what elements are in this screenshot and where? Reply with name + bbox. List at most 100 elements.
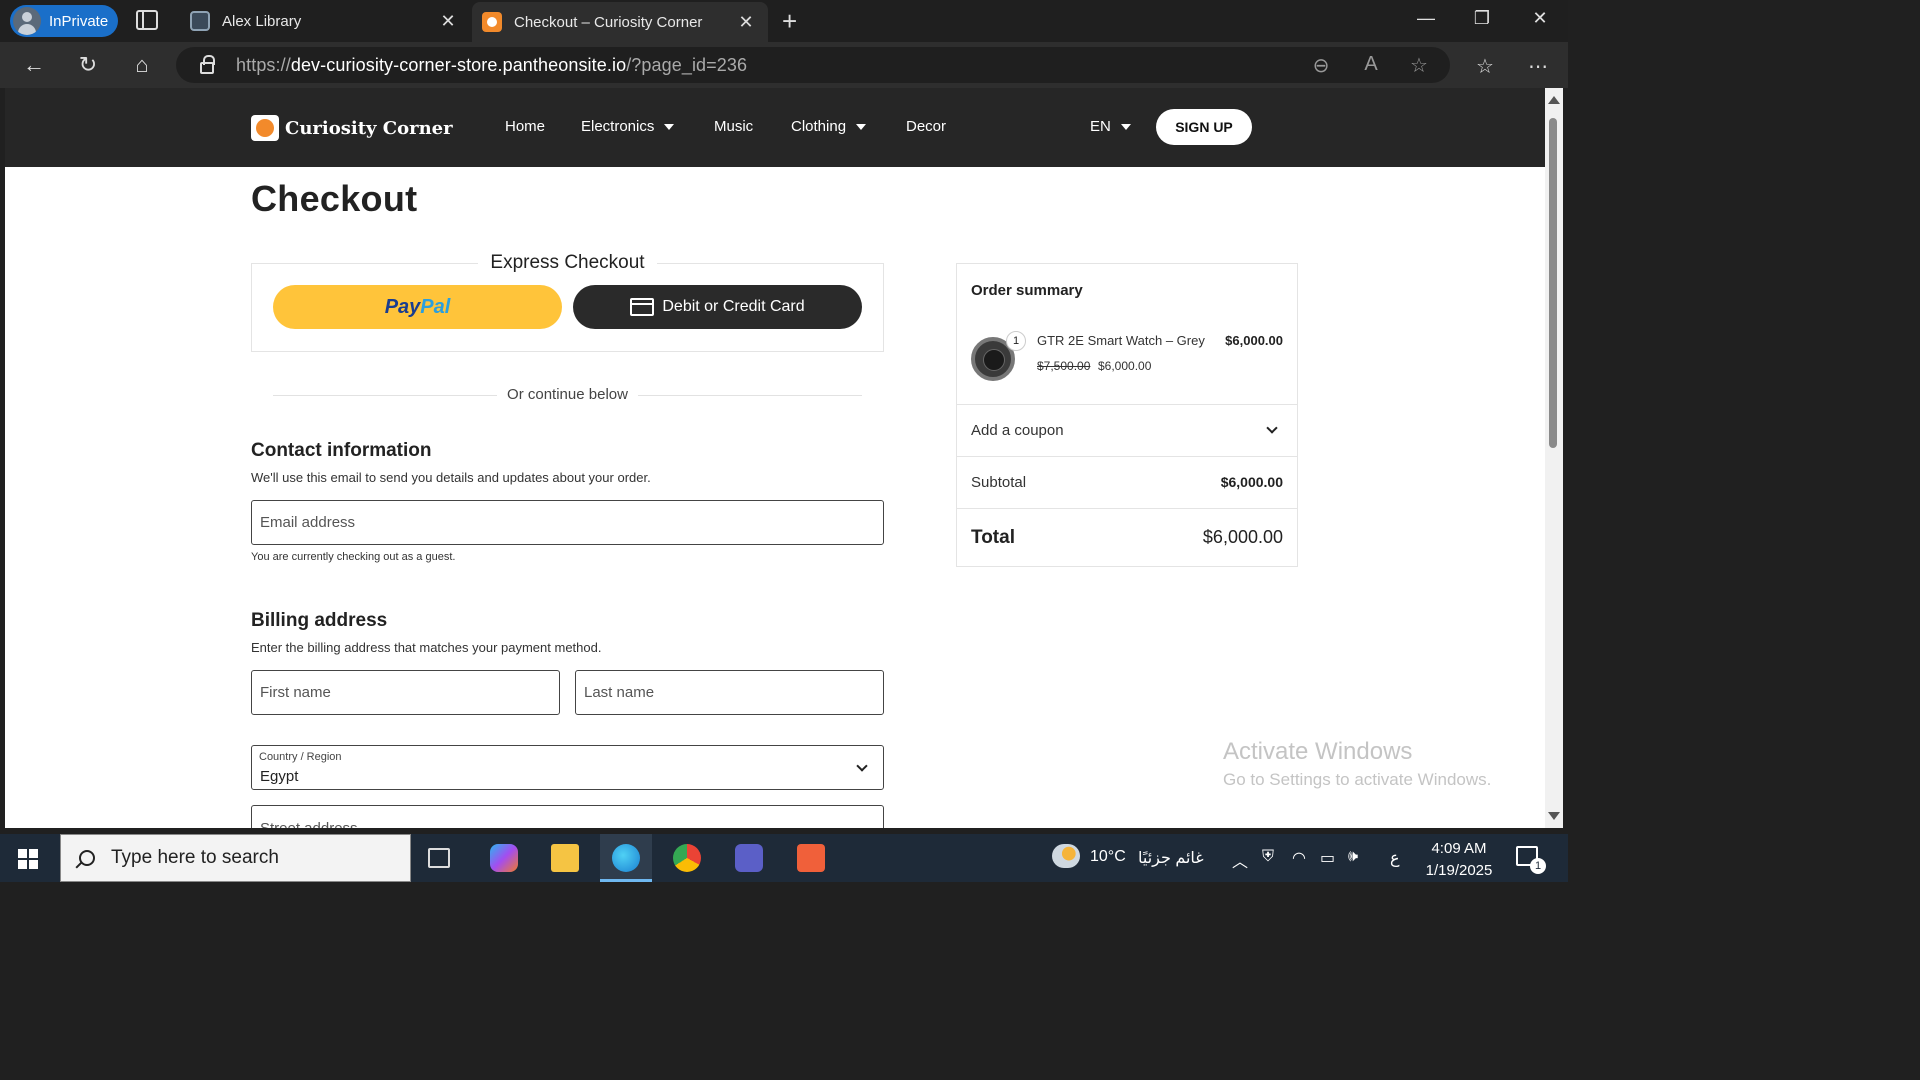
- watermark-line1: Activate Windows: [1223, 738, 1413, 765]
- nav-decor[interactable]: Decor: [906, 118, 946, 135]
- scroll-down-icon[interactable]: [1548, 812, 1560, 820]
- product-sale-price: $6,000.00: [1098, 359, 1152, 373]
- product-regular-price: $7,500.00: [1037, 359, 1091, 373]
- card-button-label: Debit or Credit Card: [662, 298, 805, 315]
- favorite-star-icon[interactable]: ☆: [1404, 53, 1434, 78]
- subtotal-value: $6,000.00: [1220, 474, 1283, 490]
- security-shield-icon[interactable]: ⛨: [1262, 848, 1274, 866]
- weather-condition[interactable]: غائم جزئيًا: [1138, 848, 1204, 868]
- lock-icon[interactable]: [200, 55, 215, 74]
- tab-title: Alex Library: [222, 12, 302, 30]
- volume-icon[interactable]: 🕪: [1348, 848, 1358, 866]
- email-field[interactable]: [251, 500, 884, 545]
- tab-checkout[interactable]: Checkout – Curiosity Corner ✕: [472, 2, 768, 42]
- tab-actions-icon[interactable]: [136, 10, 158, 30]
- search-placeholder: Type here to search: [111, 847, 279, 868]
- country-region-label: Country / Region: [259, 751, 342, 763]
- profile-avatar-icon: [13, 7, 41, 35]
- last-name-field[interactable]: [575, 670, 884, 715]
- refresh-icon[interactable]: ↻: [72, 50, 104, 80]
- quantity-badge: 1: [1006, 331, 1026, 351]
- continue-below-label: Or continue below: [251, 386, 884, 403]
- language-selector[interactable]: EN: [1090, 118, 1131, 135]
- order-summary: Order summary 1 GTR 2E Smart Watch – Gre…: [956, 263, 1298, 567]
- country-region-select[interactable]: Country / Region Egypt: [251, 745, 884, 790]
- copilot-icon[interactable]: [490, 844, 518, 872]
- taskbar-clock[interactable]: 4:09 AM 1/19/2025: [1414, 838, 1504, 882]
- xampp-icon[interactable]: [797, 844, 825, 872]
- browser-tab-bar: InPrivate Alex Library ✕ Checkout – Curi…: [0, 0, 1568, 42]
- chevron-down-icon: [856, 123, 867, 130]
- notification-count-badge: 1: [1530, 858, 1546, 874]
- page-scrollbar[interactable]: [1545, 88, 1563, 828]
- nav-clothing[interactable]: Clothing: [791, 118, 867, 135]
- task-view-icon[interactable]: [428, 848, 450, 868]
- url-text[interactable]: https://dev-curiosity-corner-store.panth…: [236, 55, 747, 76]
- scroll-up-icon[interactable]: [1548, 96, 1560, 104]
- nav-music[interactable]: Music: [714, 118, 753, 135]
- clock-date: 1/19/2025: [1425, 862, 1493, 879]
- debit-credit-card-button[interactable]: Debit or Credit Card: [573, 285, 862, 329]
- first-name-input[interactable]: [260, 684, 559, 701]
- close-tab-icon[interactable]: ✕: [736, 12, 756, 33]
- inprivate-profile-button[interactable]: InPrivate: [10, 5, 118, 37]
- windows-taskbar: Type here to search 10°C غائم جزئيًا ︿ ⛨…: [0, 834, 1568, 882]
- address-bar[interactable]: https://dev-curiosity-corner-store.panth…: [176, 47, 1450, 83]
- new-tab-icon[interactable]: +: [782, 6, 797, 37]
- last-name-input[interactable]: [584, 684, 883, 701]
- zoom-out-icon[interactable]: ⊖: [1306, 53, 1336, 78]
- file-explorer-icon[interactable]: [551, 844, 579, 872]
- chrome-icon[interactable]: [673, 844, 701, 872]
- more-menu-icon[interactable]: ⋯: [1523, 54, 1553, 79]
- street-address-input[interactable]: [260, 820, 883, 828]
- total-value: $6,000.00: [1202, 527, 1283, 547]
- home-icon[interactable]: ⌂: [126, 50, 158, 80]
- close-tab-icon[interactable]: ✕: [438, 11, 458, 32]
- show-hidden-icons-icon[interactable]: ︿: [1232, 848, 1248, 872]
- nav-home[interactable]: Home: [505, 118, 545, 135]
- search-icon: [79, 850, 95, 866]
- back-icon[interactable]: ←: [18, 50, 50, 80]
- edge-icon[interactable]: [612, 844, 640, 872]
- paypal-button[interactable]: Pay Pal: [273, 285, 562, 329]
- restore-icon[interactable]: ❐: [1462, 8, 1502, 29]
- minimize-icon[interactable]: —: [1406, 8, 1446, 29]
- read-aloud-icon[interactable]: A: [1356, 53, 1386, 76]
- taskbar-search[interactable]: Type here to search: [60, 834, 411, 882]
- chevron-down-icon[interactable]: [1266, 422, 1278, 434]
- clock-time: 4:09 AM: [1431, 840, 1487, 857]
- order-summary-title: Order summary: [971, 282, 1083, 299]
- inprivate-label: InPrivate: [49, 12, 109, 30]
- billing-address-description: Enter the billing address that matches y…: [251, 640, 602, 655]
- first-name-field[interactable]: [251, 670, 560, 715]
- weather-temperature[interactable]: 10°C: [1090, 848, 1126, 866]
- contact-info-description: We'll use this email to send you details…: [251, 470, 651, 485]
- sign-up-button[interactable]: SIGN UP: [1156, 109, 1252, 145]
- product-line-price: $6,000.00: [1225, 333, 1283, 348]
- total-label: Total: [971, 527, 1015, 548]
- email-input[interactable]: [260, 514, 883, 531]
- favorites-icon[interactable]: ☆: [1470, 54, 1500, 79]
- paypal-logo-pay: Pay: [384, 295, 421, 318]
- input-language[interactable]: ع: [1390, 848, 1400, 868]
- windows-start-icon[interactable]: [18, 849, 38, 869]
- tab-alex-library[interactable]: Alex Library ✕: [180, 4, 470, 38]
- library-favicon-icon: [190, 11, 210, 31]
- scroll-thumb[interactable]: [1549, 118, 1557, 448]
- teams-icon[interactable]: [735, 844, 763, 872]
- close-window-icon[interactable]: ✕: [1520, 8, 1560, 29]
- battery-icon[interactable]: ▭: [1320, 848, 1335, 868]
- chevron-down-icon: [856, 760, 868, 772]
- add-coupon-toggle[interactable]: Add a coupon: [971, 422, 1064, 439]
- brand-name: Curiosity Corner: [285, 117, 453, 139]
- watermark-line2: Go to Settings to activate Windows.: [1223, 770, 1492, 789]
- weather-icon[interactable]: [1052, 844, 1080, 868]
- street-address-field[interactable]: [251, 805, 884, 828]
- page-title: Checkout: [251, 178, 418, 219]
- divider: [957, 404, 1297, 405]
- site-logo[interactable]: Curiosity Corner: [251, 115, 453, 141]
- nav-electronics[interactable]: Electronics: [581, 118, 675, 135]
- divider: [957, 456, 1297, 457]
- divider: [957, 508, 1297, 509]
- wifi-icon[interactable]: ◠: [1292, 848, 1306, 868]
